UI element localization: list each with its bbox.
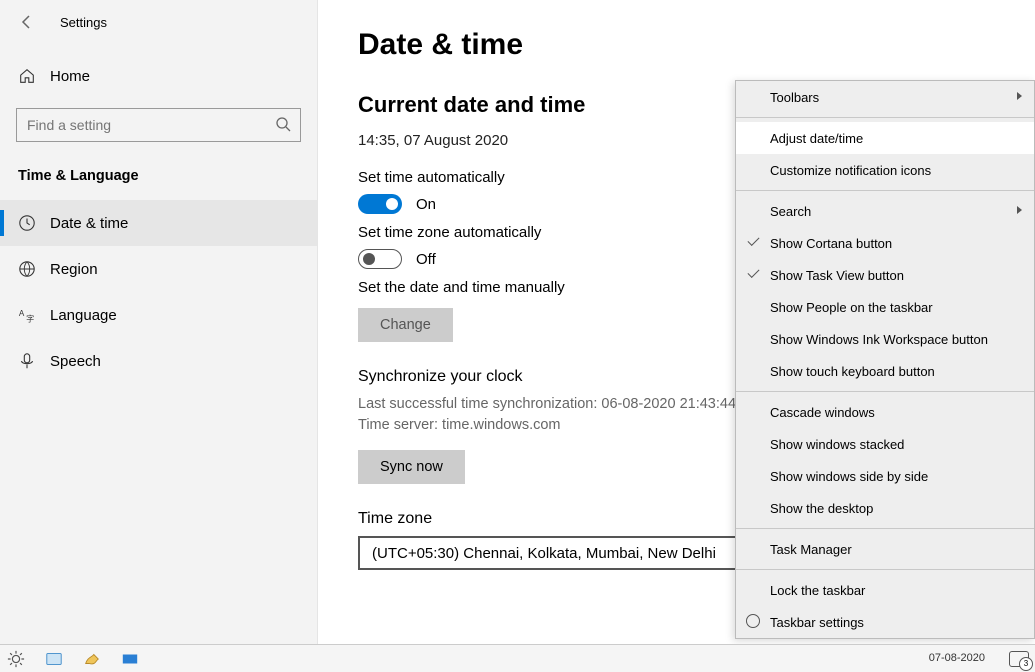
set-time-auto-toggle[interactable] [358, 194, 402, 214]
taskbar: 07-08-2020 [0, 644, 1035, 672]
context-menu-item[interactable]: Show windows side by side [736, 460, 1034, 492]
context-menu-item[interactable]: Show touch keyboard button [736, 355, 1034, 387]
context-menu-item[interactable]: Toolbars [736, 81, 1034, 113]
set-tz-auto-toggle[interactable] [358, 249, 402, 269]
context-menu-item[interactable]: Show Windows Ink Workspace button [736, 323, 1034, 355]
sidebar-item-date-time[interactable]: Date & time [0, 200, 317, 246]
context-menu-item[interactable]: Adjust date/time [736, 122, 1034, 154]
taskbar-app-icon[interactable] [120, 649, 140, 669]
set-tz-auto-state: Off [416, 251, 436, 268]
microphone-icon [18, 352, 36, 370]
set-time-auto-state: On [416, 196, 436, 213]
taskbar-context-menu: Toolbars Adjust date/timeCustomize notifi… [735, 80, 1035, 639]
context-menu-item[interactable]: Taskbar settings [736, 606, 1034, 638]
home-nav[interactable]: Home [0, 54, 317, 98]
back-button[interactable] [12, 7, 42, 37]
taskbar-app-icon[interactable] [44, 649, 64, 669]
sync-now-button[interactable]: Sync now [358, 450, 465, 484]
search-container [16, 108, 301, 142]
context-menu-item[interactable]: Lock the taskbar [736, 574, 1034, 606]
timezone-value: (UTC+05:30) Chennai, Kolkata, Mumbai, Ne… [372, 545, 716, 562]
window-title: Settings [60, 15, 107, 30]
context-menu-item[interactable]: Customize notification icons [736, 154, 1034, 186]
svg-text:A: A [19, 309, 25, 318]
sidebar-item-speech[interactable]: Speech [0, 338, 317, 384]
language-icon: A字 [18, 306, 36, 324]
context-menu-item[interactable]: Show Cortana button [736, 227, 1034, 259]
change-button[interactable]: Change [358, 308, 453, 342]
sidebar-item-language[interactable]: A字 Language [0, 292, 317, 338]
svg-text:字: 字 [26, 313, 34, 323]
settings-sidebar: Settings Home Time & Language Date & tim… [0, 0, 318, 644]
sidebar-item-label: Date & time [50, 215, 128, 232]
context-menu-item[interactable]: Search [736, 195, 1034, 227]
sidebar-item-label: Speech [50, 353, 101, 370]
page-heading: Date & time [358, 28, 995, 62]
context-menu-item[interactable]: Show the desktop [736, 492, 1034, 524]
taskbar-app-icon[interactable] [82, 649, 102, 669]
context-menu-item[interactable]: Show windows stacked [736, 428, 1034, 460]
context-menu-item[interactable]: Task Manager [736, 533, 1034, 565]
sidebar-item-label: Region [50, 261, 98, 278]
sidebar-item-label: Language [50, 307, 117, 324]
search-icon [275, 116, 291, 137]
arrow-left-icon [19, 14, 35, 30]
taskbar-date[interactable]: 07-08-2020 [929, 652, 985, 664]
category-heading: Time & Language [0, 150, 317, 194]
search-input[interactable] [16, 108, 301, 142]
clock-icon [18, 214, 36, 232]
notification-center-icon[interactable] [1009, 651, 1029, 667]
context-menu-item[interactable]: Show People on the taskbar [736, 291, 1034, 323]
home-label: Home [50, 68, 90, 85]
sidebar-item-region[interactable]: Region [0, 246, 317, 292]
globe-icon [18, 260, 36, 278]
context-menu-item[interactable]: Cascade windows [736, 396, 1034, 428]
home-icon [18, 67, 36, 85]
taskbar-settings-icon[interactable] [6, 649, 26, 669]
context-menu-item[interactable]: Show Task View button [736, 259, 1034, 291]
